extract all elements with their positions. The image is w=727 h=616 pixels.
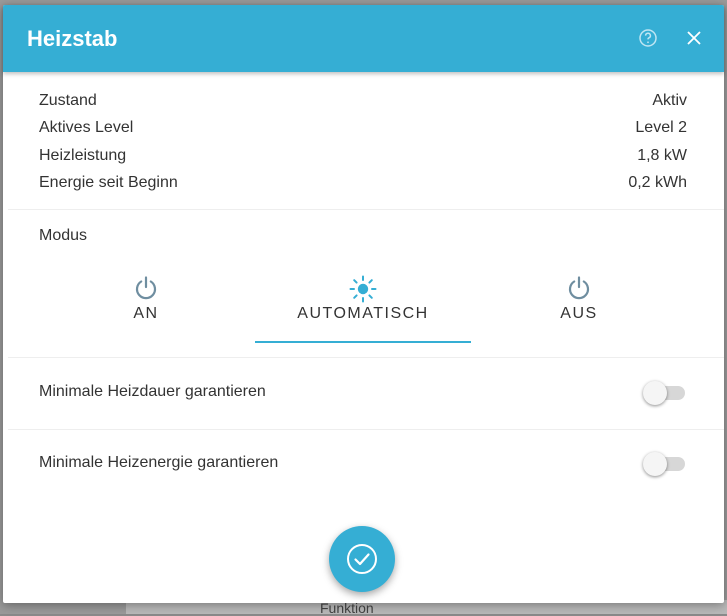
info-label: Energie seit Beginn: [39, 174, 178, 191]
mode-button-an[interactable]: AN: [39, 267, 253, 345]
modus-label: Modus: [39, 227, 88, 244]
close-icon[interactable]: [686, 30, 702, 46]
sun-icon: [256, 275, 470, 303]
power-icon: [472, 275, 686, 303]
mode-button-automatisch[interactable]: AUTOMATISCH: [256, 267, 470, 345]
dialog-title: Heizstab: [27, 26, 118, 51]
info-label: Aktives Level: [39, 119, 134, 136]
selected-mode-indicator: [255, 341, 471, 343]
heizstab-dialog: Heizstab Zustand Aktiv Aktives Level Lev…: [3, 5, 724, 603]
heizdauer-toggle[interactable]: [643, 380, 687, 406]
info-row-heizleistung: Heizleistung 1,8 kW: [39, 147, 687, 169]
mode-button-label: AUS: [560, 305, 598, 322]
info-value: Level 2: [635, 119, 687, 136]
dialog-header: Heizstab: [3, 5, 724, 72]
toggle-label: Minimale Heizdauer garantieren: [39, 383, 266, 400]
confirm-button[interactable]: [329, 526, 395, 592]
mode-button-label: AUTOMATISCH: [297, 305, 429, 322]
info-value: Aktiv: [652, 92, 687, 109]
info-label: Heizleistung: [39, 147, 127, 164]
mode-button-aus[interactable]: AUS: [472, 267, 686, 345]
info-row-zustand: Zustand Aktiv: [39, 92, 687, 114]
check-circle-icon: [347, 544, 377, 574]
info-value: 0,2 kWh: [628, 174, 687, 191]
toggle-knob[interactable]: [643, 381, 667, 405]
info-value: 1,8 kW: [637, 147, 687, 164]
toggle-label: Minimale Heizenergie garantieren: [39, 454, 279, 471]
toggle-row-heizdauer: Minimale Heizdauer garantieren: [39, 380, 687, 406]
toggle-row-heizenergie: Minimale Heizenergie garantieren: [39, 451, 687, 477]
divider: [8, 429, 724, 430]
divider: [8, 357, 724, 358]
info-row-energie: Energie seit Beginn 0,2 kWh: [39, 174, 687, 196]
info-row-aktives-level: Aktives Level Level 2: [39, 119, 687, 141]
heizenergie-toggle[interactable]: [643, 451, 687, 477]
toggle-knob[interactable]: [643, 452, 667, 476]
divider: [8, 209, 724, 210]
mode-button-label: AN: [133, 305, 159, 322]
info-label: Zustand: [39, 92, 97, 109]
power-icon: [39, 275, 253, 303]
help-icon[interactable]: [638, 28, 658, 48]
